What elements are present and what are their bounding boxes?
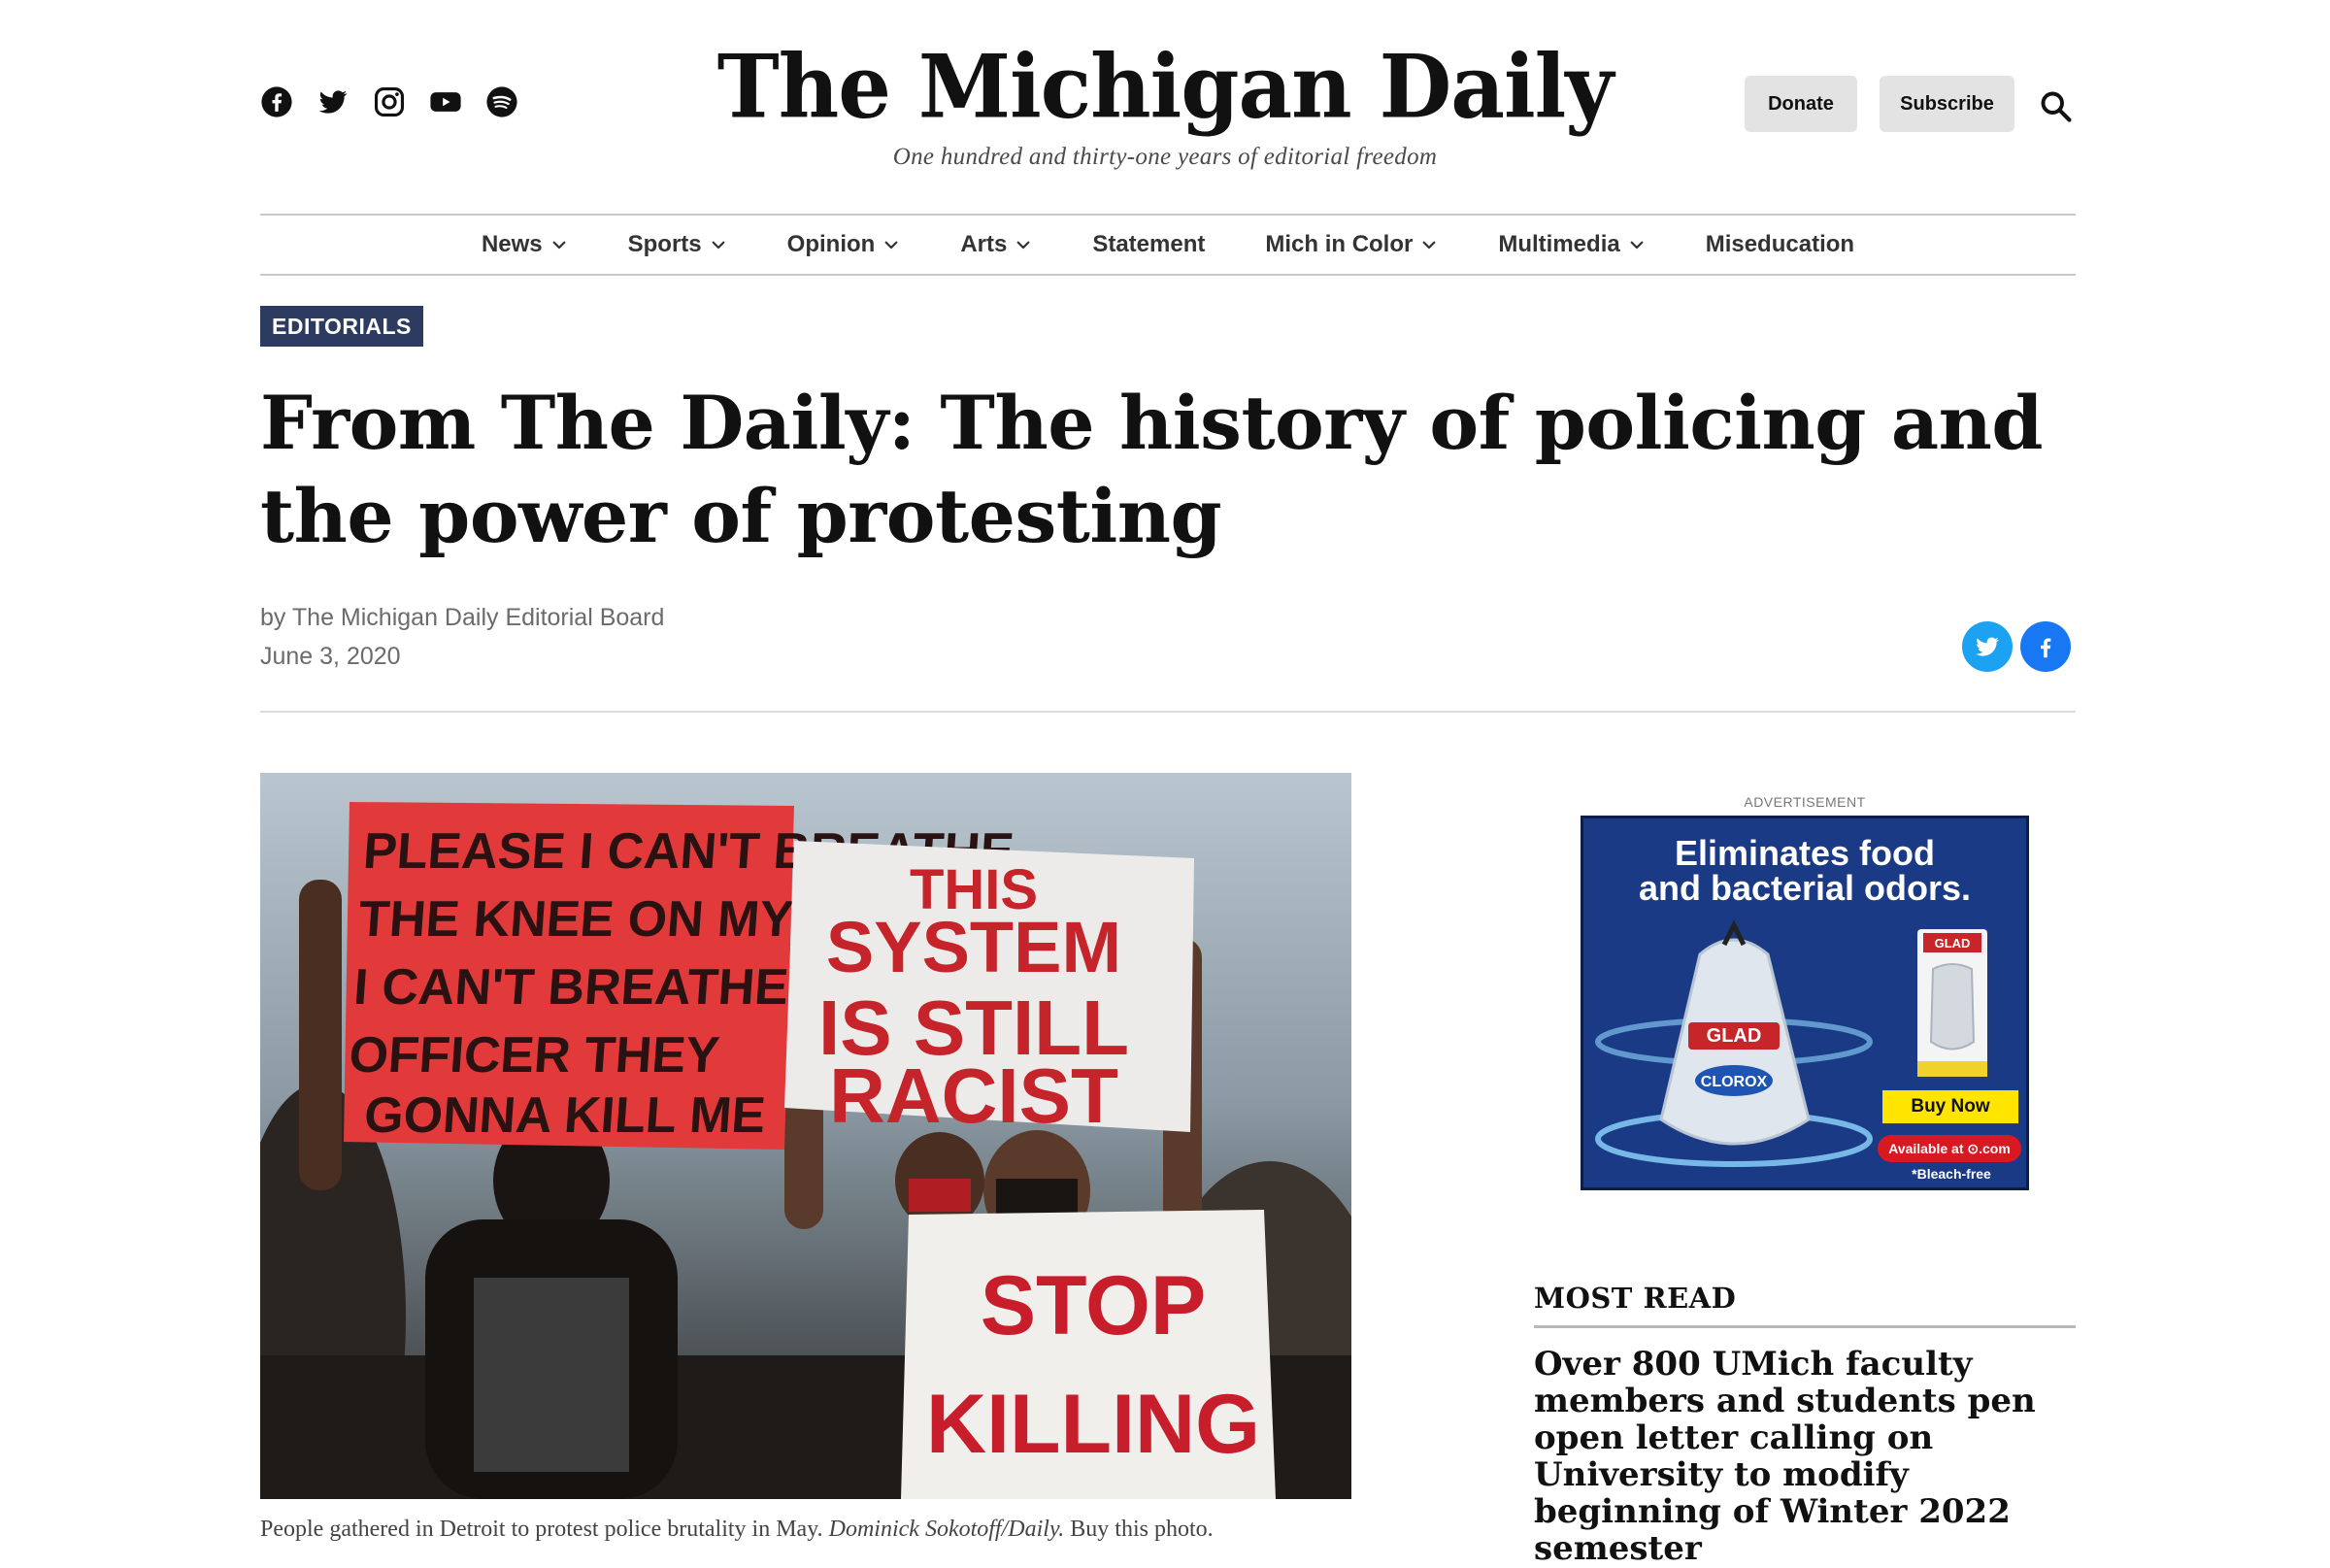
share-twitter-button[interactable] (1962, 621, 2013, 672)
most-read-heading: MOST READ (1534, 1282, 1737, 1315)
ad-headline-line1: Eliminates food (1674, 833, 1936, 873)
site-tagline: One hundred and thirty-one years of edit… (892, 144, 1438, 170)
author-link[interactable]: The Michigan Daily Editorial Board (292, 604, 665, 631)
trash-bag-graphic: GLAD CLOROX (1595, 919, 1873, 1167)
sign-red-line: I CAN'T BREATHE (352, 959, 791, 1016)
nav-item-miseducation[interactable]: Miseducation (1676, 231, 1884, 258)
nav-item-multimedia[interactable]: Multimedia (1468, 231, 1675, 258)
nav-item-mich-in-color[interactable]: Mich in Color (1235, 231, 1468, 258)
category-badge[interactable]: EDITORIALS (260, 306, 423, 347)
ad-availability: Available at ⊙.com (1878, 1135, 2021, 1162)
nav-item-news[interactable]: News (451, 231, 598, 258)
nav-item-label: News (481, 231, 543, 257)
protest-photo: PLEASE I CAN'T BREATHE THE KNEE ON MY NE… (260, 773, 1351, 1499)
sign-red-line: GONNA KILL ME (362, 1087, 767, 1144)
main-nav: News Sports Opinion Arts Statement Mich in Co… (260, 216, 2076, 274)
nav-item-label: Opinion (786, 231, 876, 257)
search-icon[interactable] (2039, 89, 2074, 124)
byline-prefix: by (260, 604, 286, 631)
photo-caption: People gathered in Detroit to protest po… (260, 1517, 1214, 1543)
ad-brand-bag: GLAD (1707, 1025, 1762, 1047)
byline: by The Michigan Daily Editorial Board (260, 604, 664, 632)
svg-text:GLAD: GLAD (1935, 936, 1971, 951)
sign-stop-line: STOP (981, 1259, 1207, 1352)
sign-stop-killing: STOP KILLING (901, 1210, 1276, 1499)
sign-white-line: SYSTEM (826, 907, 1121, 987)
nav-item-sports[interactable]: Sports (598, 231, 757, 258)
most-read-item[interactable]: Over 800 UMich faculty members and stude… (1534, 1346, 2076, 1567)
caption-text: People gathered in Detroit to protest po… (260, 1517, 823, 1542)
nav-item-label: Arts (960, 231, 1008, 257)
sign-white: THIS SYSTEM IS STILL RACIST (784, 841, 1194, 1139)
sign-red-line: OFFICER THEY (348, 1027, 721, 1084)
ad-label: ADVERTISEMENT (1744, 794, 1866, 810)
chevron-down-icon (712, 241, 725, 250)
chevron-down-icon (884, 241, 898, 250)
subscribe-button[interactable]: Subscribe (1880, 76, 2014, 132)
twitter-icon (1976, 637, 1999, 656)
ad-buy-now-button[interactable]: Buy Now (1882, 1090, 2018, 1123)
nav-item-opinion[interactable]: Opinion (757, 231, 931, 258)
article-headline: From The Daily: The history of policing … (260, 380, 2043, 559)
nav-item-label: Sports (627, 231, 702, 257)
sign-white-line: RACIST (829, 1052, 1118, 1139)
chevron-down-icon (1016, 241, 1030, 250)
sign-stop-line: KILLING (926, 1378, 1260, 1471)
buy-photo-link[interactable]: Buy this photo. (1070, 1517, 1213, 1542)
featured-photo[interactable]: PLEASE I CAN'T BREATHE THE KNEE ON MY NE… (260, 773, 1351, 1499)
chevron-down-icon (1630, 241, 1644, 250)
header-divider (260, 711, 2076, 713)
glad-box-graphic: GLAD (1917, 929, 1987, 1077)
share-facebook-button[interactable] (2020, 621, 2071, 672)
nav-bottom-divider (260, 274, 2076, 276)
publish-date: June 3, 2020 (260, 643, 401, 670)
donate-button[interactable]: Donate (1745, 76, 1857, 132)
nav-item-label: Multimedia (1498, 231, 1620, 257)
nav-item-label: Mich in Color (1265, 231, 1414, 257)
nav-item-arts[interactable]: Arts (930, 231, 1062, 258)
ad-headline: Eliminates food and bacterial odors. (1583, 836, 2026, 906)
facebook-icon (2041, 638, 2051, 658)
advertisement[interactable]: Eliminates food and bacterial odors. GLA… (1581, 816, 2029, 1190)
most-read-divider (1534, 1325, 2076, 1328)
chevron-down-icon (552, 241, 566, 250)
ad-fine-print: *Bleach-free (1912, 1166, 1991, 1182)
chevron-down-icon (1422, 241, 1436, 250)
photo-credit: Dominick Sokotoff/Daily. (828, 1517, 1065, 1542)
nav-item-statement[interactable]: Statement (1062, 231, 1235, 258)
nav-item-label: Miseducation (1705, 231, 1855, 257)
nav-item-label: Statement (1092, 231, 1206, 257)
ad-headline-line2: and bacterial odors. (1638, 868, 1972, 908)
ad-partner-bag: CLOROX (1701, 1074, 1768, 1090)
